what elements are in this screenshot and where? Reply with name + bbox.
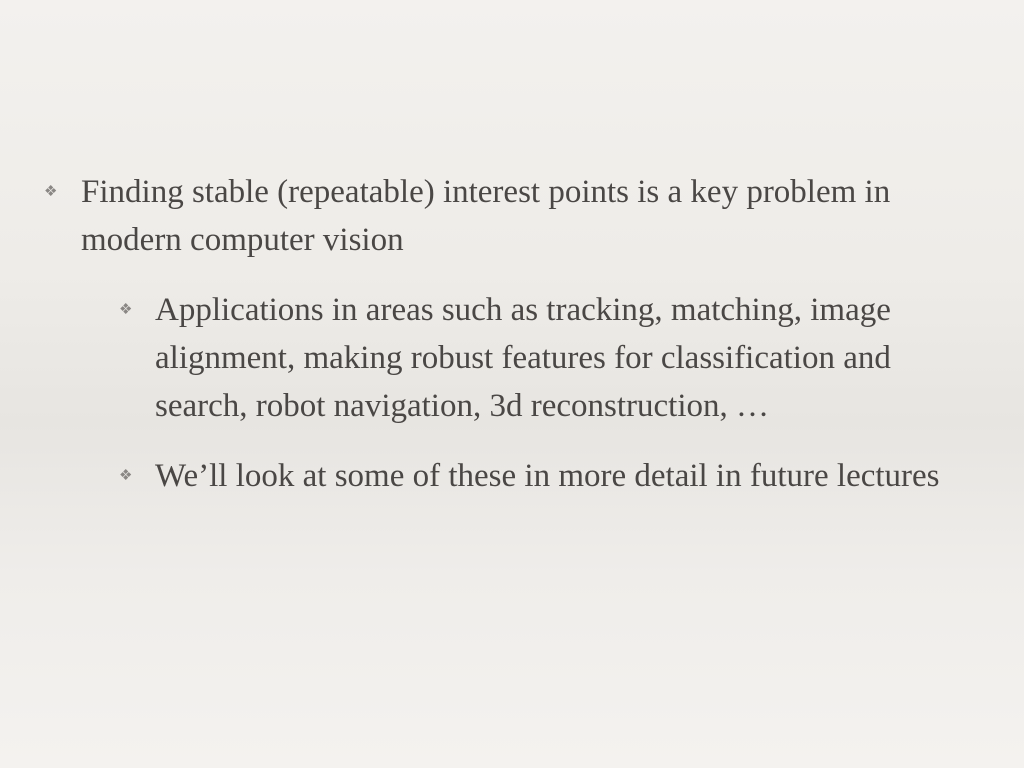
diamond-bullet-icon: ❖: [44, 184, 58, 200]
bullet-list: ❖ Finding stable (repeatable) interest p…: [0, 168, 1024, 522]
diamond-bullet-icon: ❖: [119, 302, 133, 318]
bullet-text: Applications in areas such as tracking, …: [155, 292, 891, 424]
bullet-text: We’ll look at some of these in more deta…: [155, 458, 940, 494]
diamond-bullet-icon: ❖: [119, 468, 133, 484]
slide: ❖ Finding stable (repeatable) interest p…: [0, 0, 1024, 768]
bullet-future-lectures: ❖ We’ll look at some of these in more de…: [119, 452, 975, 500]
bullet-interest-points: ❖ Finding stable (repeatable) interest p…: [44, 168, 901, 264]
bullet-applications: ❖ Applications in areas such as tracking…: [119, 286, 975, 430]
bullet-text: Finding stable (repeatable) interest poi…: [81, 174, 891, 258]
